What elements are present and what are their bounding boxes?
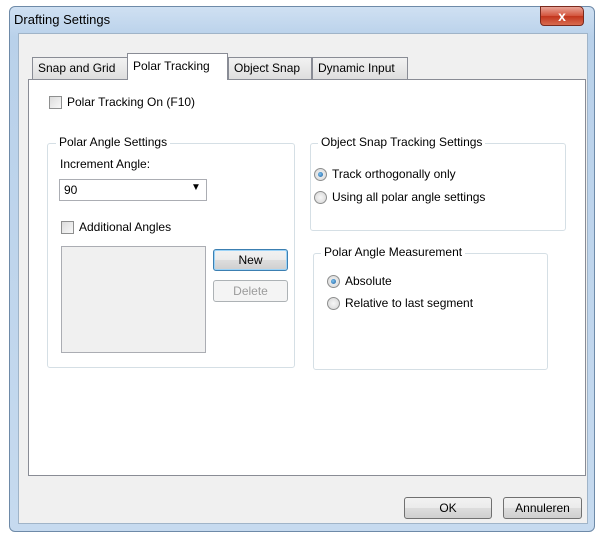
additional-angles-checkbox[interactable]: [61, 221, 74, 234]
close-button[interactable]: x: [540, 6, 584, 26]
relative-to-last-segment-radio[interactable]: [327, 297, 340, 310]
ok-button[interactable]: OK: [404, 497, 492, 519]
increment-angle-select[interactable]: 90 ▼: [59, 179, 207, 201]
tab-snap-and-grid[interactable]: Snap and Grid: [32, 57, 129, 79]
increment-angle-value: 90: [64, 183, 78, 197]
using-all-polar-angles-radio[interactable]: [314, 191, 327, 204]
tab-dynamic-input[interactable]: Dynamic Input: [312, 57, 408, 79]
chevron-down-icon: ▼: [191, 182, 201, 193]
track-orthogonally-radio[interactable]: [314, 168, 327, 181]
tab-object-snap[interactable]: Object Snap: [228, 57, 312, 79]
additional-angles-list[interactable]: [61, 246, 206, 353]
polar-tracking-on-label: Polar Tracking On (F10): [67, 95, 196, 109]
polar-angle-measurement-title: Polar Angle Measurement: [321, 245, 466, 259]
relative-to-last-segment-label: Relative to last segment: [345, 296, 474, 310]
object-snap-tracking-group: [310, 143, 566, 231]
polar-angle-settings-title: Polar Angle Settings: [56, 135, 171, 149]
new-button[interactable]: New: [213, 249, 288, 271]
delete-button[interactable]: Delete: [213, 280, 288, 302]
absolute-label: Absolute: [345, 274, 392, 288]
polar-tracking-on-checkbox[interactable]: [49, 96, 62, 109]
object-snap-tracking-title: Object Snap Tracking Settings: [318, 135, 486, 149]
track-orthogonally-label: Track orthogonally only: [332, 167, 456, 181]
using-all-polar-angles-label: Using all polar angle settings: [332, 190, 486, 204]
additional-angles-label: Additional Angles: [79, 220, 172, 234]
increment-angle-label: Increment Angle:: [60, 157, 151, 171]
cancel-button[interactable]: Annuleren: [503, 497, 582, 519]
tab-polar-tracking[interactable]: Polar Tracking: [127, 53, 228, 80]
polar-angle-measurement-group: [313, 253, 548, 370]
absolute-radio[interactable]: [327, 275, 340, 288]
window-title: Drafting Settings: [14, 12, 111, 27]
